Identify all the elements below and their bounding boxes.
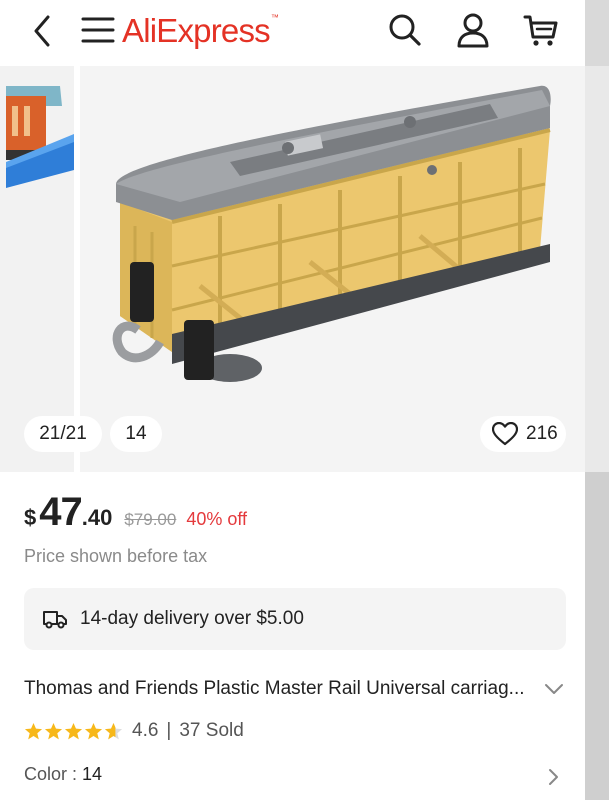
product-info: $ 47 .40 $79.00 40% off Price shown befo…	[0, 472, 585, 800]
cattle-wagon-image	[112, 85, 551, 382]
price-row: $ 47 .40 $79.00 40% off	[24, 490, 247, 535]
product-gallery[interactable]: 21/21 14 216	[0, 66, 585, 472]
menu-button[interactable]	[80, 12, 116, 48]
previous-image-peek[interactable]	[0, 66, 74, 472]
truck-icon	[43, 611, 67, 629]
menu-icon	[81, 17, 115, 43]
discount-label: 40% off	[186, 509, 248, 529]
next-slide-peek	[585, 66, 609, 472]
rating-value: 4.6	[132, 720, 159, 741]
search-icon	[389, 14, 421, 46]
cart-icon	[523, 15, 558, 46]
price-decimal: .40	[81, 505, 113, 530]
trademark-mark: ™	[270, 13, 279, 22]
color-value: 14	[82, 764, 103, 784]
cart-button[interactable]	[522, 11, 560, 49]
star-icon	[84, 722, 103, 739]
wishlist-button[interactable]: 216	[480, 416, 566, 452]
price-integer: 47	[39, 490, 82, 534]
main-product-image[interactable]	[80, 66, 585, 472]
logo-text: AliExpress	[122, 12, 271, 49]
toy-train-track-image	[6, 66, 74, 472]
next-page-edge	[585, 66, 609, 800]
original-price: $79.00	[124, 510, 177, 529]
sold-count: 37 Sold	[179, 720, 244, 741]
account-icon	[457, 13, 489, 48]
partial-star-icon	[104, 722, 123, 739]
heart-icon	[492, 422, 518, 446]
chevron-right-icon[interactable]	[542, 766, 564, 788]
color-selector[interactable]: Color : 14	[24, 764, 102, 785]
tax-note: Price shown before tax	[24, 546, 208, 566]
rating-row[interactable]: 4.6 | 37 Sold	[24, 720, 244, 742]
image-counter: 21/21	[24, 416, 102, 452]
rating-separator: |	[166, 720, 172, 741]
chevron-down-icon[interactable]	[542, 677, 566, 701]
product-title[interactable]: Thomas and Friends Plastic Master Rail U…	[24, 678, 534, 700]
currency-symbol: $	[24, 505, 37, 530]
star-icon	[44, 722, 63, 739]
search-button[interactable]	[386, 11, 424, 49]
delivery-text: 14-day delivery over $5.00	[80, 608, 304, 629]
back-icon	[34, 15, 50, 47]
wishlist-count: 216	[526, 423, 558, 444]
aliexpress-logo[interactable]: AliExpress™	[122, 12, 279, 50]
delivery-banner[interactable]: 14-day delivery over $5.00	[24, 588, 566, 650]
rating-stars	[24, 722, 124, 741]
star-icon	[64, 722, 83, 739]
account-button[interactable]	[454, 11, 492, 49]
color-label: Color :	[24, 764, 83, 784]
back-button[interactable]	[26, 11, 58, 51]
variant-pill[interactable]: 14	[110, 416, 162, 452]
top-bar: AliExpress™	[0, 0, 585, 66]
star-icon	[24, 722, 43, 739]
